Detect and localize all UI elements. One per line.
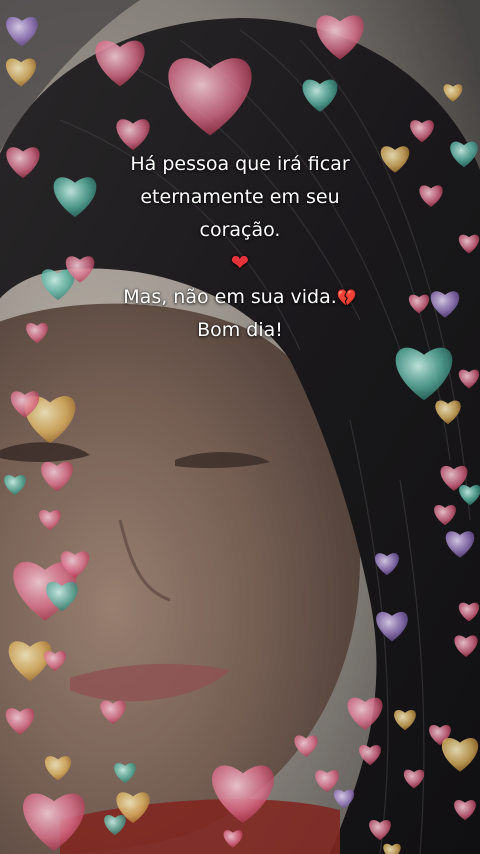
message-line-5: Bom dia! — [197, 319, 283, 341]
greeting-message: Há pessoa que irá ficar eternamente em s… — [40, 148, 440, 347]
portrait-photo — [0, 0, 480, 854]
story-frame: Há pessoa que irá ficar eternamente em s… — [0, 0, 480, 854]
message-line-4: Mas, não em sua vida. — [123, 286, 337, 308]
red-heart-icon: ❤ — [230, 251, 250, 276]
heart-line: ❤ — [40, 247, 440, 281]
broken-heart-icon: 💔 — [336, 288, 357, 307]
message-line-2: eternamente em seu — [140, 186, 340, 208]
message-line-3: coração. — [199, 219, 281, 241]
message-line-1: Há pessoa que irá ficar — [130, 153, 350, 175]
message-line-4-wrap: Mas, não em sua vida.💔 — [40, 281, 440, 314]
